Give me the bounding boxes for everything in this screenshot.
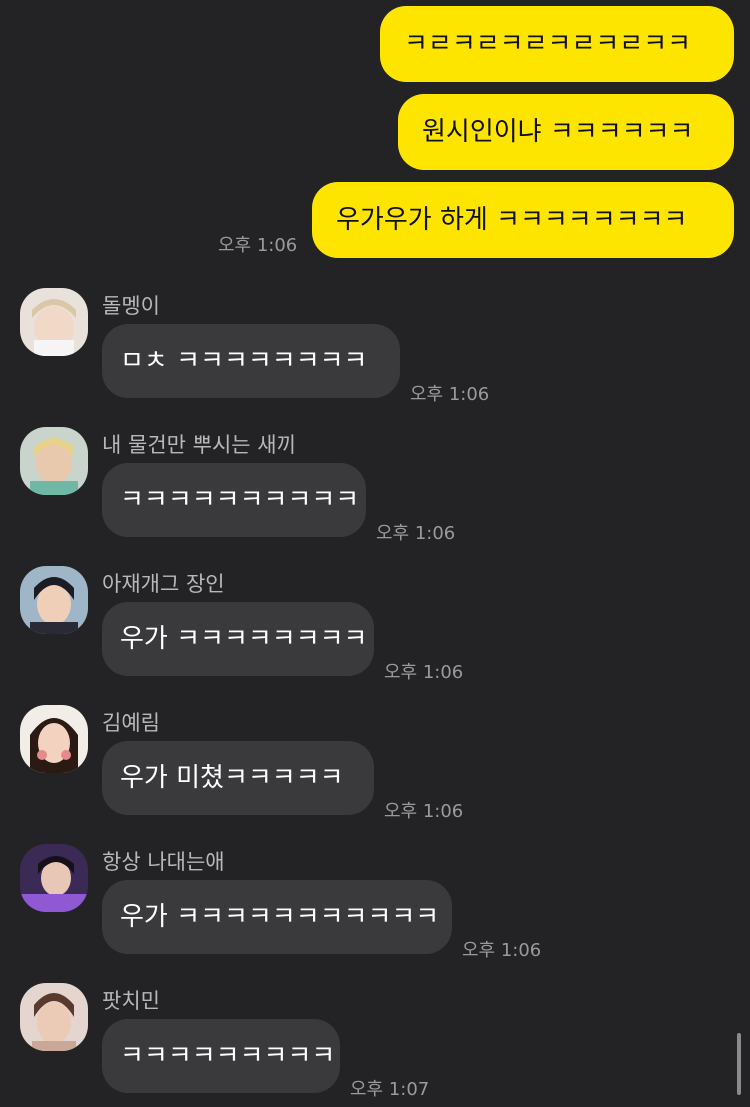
- received-message-bubble[interactable]: ㅋㅋㅋㅋㅋㅋㅋㅋㅋㅋ: [102, 463, 366, 537]
- message-timestamp: 오후 1:06: [410, 384, 490, 405]
- message-timestamp: 오후 1:06: [218, 235, 298, 256]
- received-message-bubble[interactable]: 우가 ㅋㅋㅋㅋㅋㅋㅋㅋ: [102, 602, 374, 676]
- message-timestamp: 오후 1:06: [462, 940, 542, 961]
- profile-avatar[interactable]: [20, 427, 88, 495]
- profile-avatar[interactable]: [20, 566, 88, 634]
- message-timestamp: 오후 1:07: [350, 1079, 430, 1100]
- sender-name: 아재개그 장인: [102, 572, 225, 596]
- scrollbar[interactable]: [737, 1033, 741, 1095]
- received-message-bubble[interactable]: 우가 미쳤ㅋㅋㅋㅋㅋ: [102, 741, 374, 815]
- sender-name: 김예림: [102, 711, 160, 735]
- profile-avatar[interactable]: [20, 705, 88, 773]
- my-message-bubble[interactable]: 원시인이냐 ㅋㅋㅋㅋㅋㅋ: [398, 94, 734, 170]
- chat-room: ㅋㄹㅋㄹㅋㄹㅋㄹㅋㄹㅋㅋ 원시인이냐 ㅋㅋㅋㅋㅋㅋ 우가우가 하게 ㅋㅋㅋㅋㅋㅋ…: [0, 0, 750, 1107]
- my-message-bubble[interactable]: ㅋㄹㅋㄹㅋㄹㅋㄹㅋㄹㅋㅋ: [380, 6, 734, 82]
- sender-name: 돌멩이: [102, 294, 160, 318]
- sender-name: 항상 나대는애: [102, 850, 225, 874]
- message-timestamp: 오후 1:06: [384, 662, 464, 683]
- sender-name: 팟치민: [102, 989, 160, 1013]
- my-message-bubble[interactable]: 우가우가 하게 ㅋㅋㅋㅋㅋㅋㅋㅋ: [312, 182, 734, 258]
- profile-avatar[interactable]: [20, 983, 88, 1051]
- received-message-bubble[interactable]: ㅁㅊ ㅋㅋㅋㅋㅋㅋㅋㅋ: [102, 324, 400, 398]
- received-message-bubble[interactable]: ㅋㅋㅋㅋㅋㅋㅋㅋㅋ: [102, 1019, 340, 1093]
- sender-name: 내 물건만 뿌시는 새끼: [102, 433, 296, 457]
- received-message-bubble[interactable]: 우가 ㅋㅋㅋㅋㅋㅋㅋㅋㅋㅋㅋ: [102, 880, 452, 954]
- message-timestamp: 오후 1:06: [384, 801, 464, 822]
- message-timestamp: 오후 1:06: [376, 523, 456, 544]
- profile-avatar[interactable]: [20, 288, 88, 356]
- profile-avatar[interactable]: [20, 844, 88, 912]
